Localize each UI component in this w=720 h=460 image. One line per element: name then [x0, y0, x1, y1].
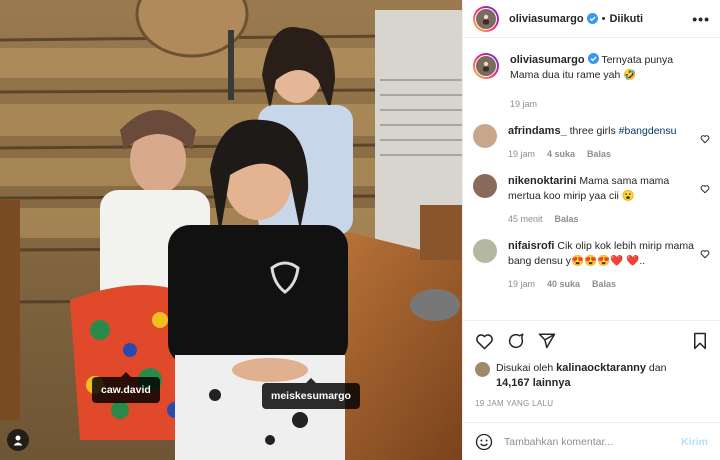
- comment-username[interactable]: afrindams_: [508, 125, 567, 137]
- likes-prefix: Disukai oleh: [496, 362, 554, 374]
- post-actions-section: Disukai oleh kalinaocktaranny dan 14,167…: [463, 320, 720, 408]
- comment-composer: Kirim: [463, 422, 720, 460]
- photo-user-tag[interactable]: meiskesumargo: [262, 378, 360, 409]
- like-comment-heart-icon[interactable]: [700, 249, 710, 259]
- avatar-figure-icon: [483, 61, 489, 72]
- author-avatar[interactable]: [473, 53, 499, 79]
- commenter-avatar[interactable]: [473, 174, 497, 198]
- following-button[interactable]: Diikuti: [609, 13, 643, 25]
- comment-reply-button[interactable]: Balas: [592, 277, 616, 292]
- user-icon: [13, 435, 23, 446]
- post-header: oliviasumargo • Diikuti •••: [463, 0, 720, 38]
- comment-bubble-icon[interactable]: [507, 332, 525, 350]
- caption-username[interactable]: oliviasumargo: [510, 54, 585, 66]
- header-separator: •: [601, 12, 606, 25]
- author-username[interactable]: oliviasumargo: [509, 13, 584, 25]
- comment-reply-button[interactable]: Balas: [555, 212, 579, 227]
- comment-time[interactable]: 19 jam: [508, 147, 535, 162]
- comment-input[interactable]: [504, 435, 682, 448]
- post-caption: oliviasumargo Ternyata punya Mama dua it…: [473, 53, 710, 112]
- comment-likes-count[interactable]: 4 suka: [547, 147, 575, 162]
- like-comment-heart-icon[interactable]: [700, 134, 710, 144]
- likes-count-link[interactable]: 14,167 lainnya: [496, 377, 571, 389]
- comment-item: nifaisrofi Cik olip kok lebih mirip mama…: [473, 239, 710, 292]
- comment-hashtag-link[interactable]: #bangdensu: [619, 125, 677, 137]
- liker-username[interactable]: kalinaocktaranny: [556, 362, 646, 374]
- likes-conj: dan: [648, 362, 667, 374]
- like-heart-icon[interactable]: [475, 332, 494, 351]
- comment-item: afrindams_ three girls #bangdensu 19 jam…: [473, 124, 710, 162]
- commenter-avatar[interactable]: [473, 124, 497, 148]
- commenter-avatar[interactable]: [473, 239, 497, 263]
- avatar-figure-icon: [483, 14, 489, 24]
- post-photo[interactable]: caw.david meiskesumargo: [0, 0, 462, 460]
- comment-reply-button[interactable]: Balas: [587, 147, 611, 162]
- comment-time[interactable]: 45 menit: [508, 212, 543, 227]
- comments-list[interactable]: oliviasumargo Ternyata punya Mama dua it…: [463, 39, 720, 320]
- comment-username[interactable]: nikenoktarini: [508, 175, 576, 187]
- likes-summary: Disukai oleh kalinaocktaranny dan 14,167…: [475, 361, 708, 391]
- photo-user-tag[interactable]: caw.david: [92, 372, 160, 403]
- post-timestamp[interactable]: 19 JAM YANG LALU: [475, 399, 708, 408]
- comment-item: nikenoktarini Mama sama mama mertua koo …: [473, 174, 710, 227]
- author-avatar[interactable]: [473, 5, 499, 32]
- save-bookmark-icon[interactable]: [692, 332, 708, 350]
- caption-time[interactable]: 19 jam: [510, 97, 537, 112]
- action-bar: [475, 321, 708, 361]
- tagged-users-button[interactable]: [7, 429, 29, 451]
- post-comment-button[interactable]: Kirim: [681, 436, 708, 448]
- comment-time[interactable]: 19 jam: [508, 277, 535, 292]
- more-options-icon[interactable]: •••: [692, 11, 710, 27]
- comment-username[interactable]: nifaisrofi: [508, 240, 554, 252]
- comment-text: three girls: [569, 125, 616, 137]
- verified-badge-icon: [586, 13, 598, 24]
- emoji-smiley-icon[interactable]: [475, 433, 493, 451]
- verified-badge-icon: [587, 53, 599, 64]
- liker-avatar[interactable]: [475, 362, 490, 377]
- like-comment-heart-icon[interactable]: [700, 184, 710, 194]
- share-paper-plane-icon[interactable]: [538, 332, 556, 350]
- post-details-panel: oliviasumargo • Diikuti ••• oliviasumarg…: [462, 0, 720, 460]
- photo-scene: [0, 0, 462, 460]
- comment-likes-count[interactable]: 40 suka: [547, 277, 580, 292]
